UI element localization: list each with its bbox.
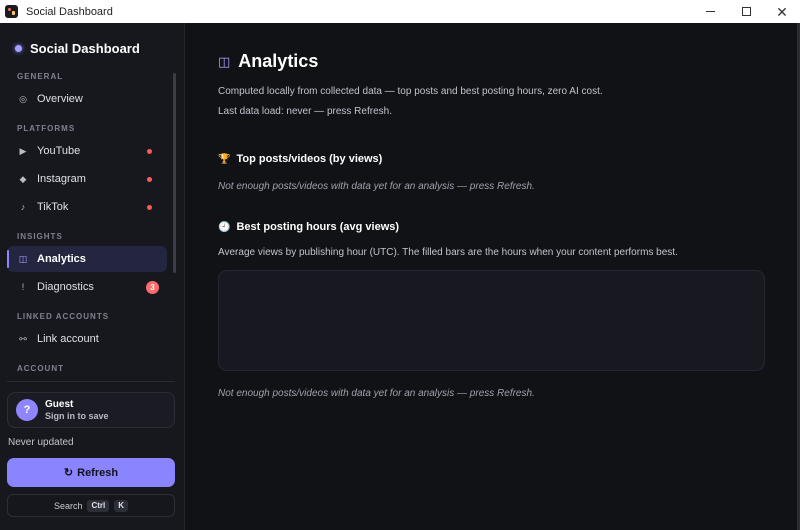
sidebar: Social Dashboard GENERAL ◎ Overview PLATFOR… <box>0 23 185 530</box>
sidebar-item-label: YouTube <box>37 145 81 157</box>
sign-in-link[interactable]: Sign in to save <box>45 411 109 421</box>
section-title: LINKED ACCOUNTS <box>17 312 110 321</box>
status-dot <box>147 205 152 210</box>
best-hours-description: Average views by publishing hour (UTC). … <box>218 247 678 258</box>
search-label: Search <box>53 500 83 511</box>
close-icon: ✕ <box>776 3 788 20</box>
music-note-icon: ♪ <box>20 202 26 212</box>
maximize-icon <box>741 7 751 16</box>
analytics-icon: ◫ <box>218 53 231 69</box>
sidebar-scrollbar[interactable] <box>173 73 176 273</box>
sidebar-item-diagnostics[interactable]: ǃ Diagnostics 3 <box>7 274 167 300</box>
maximize-button[interactable] <box>728 0 764 23</box>
close-button[interactable]: ✕ <box>764 0 800 23</box>
sidebar-item-analytics[interactable]: ◫ Analytics <box>7 246 167 272</box>
play-icon: ▶ <box>19 145 27 156</box>
window-controls: ✕ <box>692 0 800 23</box>
refresh-button[interactable]: ↻ Refresh <box>7 458 175 487</box>
best-hours-title: Best posting hours (avg views) <box>236 221 400 233</box>
sidebar-item-youtube[interactable]: ▶ YouTube <box>7 138 167 164</box>
user-name: Guest <box>45 399 74 410</box>
sidebar-item-label: Diagnostics <box>37 281 94 293</box>
status-dot <box>147 177 152 182</box>
shortcut-key-ctrl: Ctrl <box>87 499 110 512</box>
brand: Social Dashboard <box>15 41 140 56</box>
sidebar-nav: GENERAL ◎ Overview PLATFORMS ▶ YouTube ◆ Instag… <box>0 68 185 376</box>
sidebar-item-label: Link account <box>37 333 99 345</box>
diagnostics-icon: ǃ <box>21 282 25 292</box>
page-title: Analytics <box>238 51 319 71</box>
page-description: Computed locally from collected data — t… <box>218 86 603 97</box>
last-updated-status: Never updated <box>8 437 74 448</box>
trophy-icon: 🏆 <box>218 153 231 165</box>
diamond-icon: ◆ <box>19 173 27 184</box>
best-hours-empty-message: Not enough posts/videos with data yet fo… <box>218 388 535 399</box>
main-content: ◫ Analytics Computed locally from collec… <box>186 23 797 530</box>
sidebar-item-overview[interactable]: ◎ Overview <box>7 86 167 112</box>
top-posts-title: Top posts/videos (by views) <box>236 153 383 165</box>
clock-icon: 🕘 <box>218 221 231 233</box>
top-posts-empty-message: Not enough posts/videos with data yet fo… <box>218 181 535 192</box>
sidebar-item-label: Analytics <box>37 253 86 265</box>
section-title: GENERAL <box>17 72 64 81</box>
refresh-label: Refresh <box>77 466 119 479</box>
sidebar-item-instagram[interactable]: ◆ Instagram <box>7 166 167 192</box>
sidebar-item-label: Instagram <box>37 173 86 185</box>
section-title: INSIGHTS <box>17 232 63 241</box>
minimize-icon <box>705 11 715 12</box>
sidebar-item-label: Overview <box>37 93 83 105</box>
sidebar-divider <box>7 381 175 382</box>
page-header: ◫ Analytics <box>218 51 318 72</box>
top-posts-heading: 🏆 Top posts/videos (by views) <box>218 153 382 165</box>
best-hours-chart <box>218 270 765 371</box>
shortcut-key-k: K <box>114 499 129 512</box>
section-title: PLATFORMS <box>17 124 76 133</box>
overview-icon: ◎ <box>19 93 27 104</box>
window-title: Social Dashboard <box>26 5 113 18</box>
avatar: ? <box>16 399 38 421</box>
link-icon: ⚯ <box>19 333 27 344</box>
status-dot <box>147 149 152 154</box>
sidebar-item-tiktok[interactable]: ♪ TikTok <box>7 194 167 220</box>
minimize-button[interactable] <box>692 0 728 23</box>
app-logo-icon <box>5 5 18 18</box>
refresh-icon: ↻ <box>63 467 74 479</box>
count-badge: 3 <box>146 281 159 294</box>
brand-title: Social Dashboard <box>30 41 140 56</box>
search-button[interactable]: Search Ctrl K <box>7 494 175 517</box>
section-title: ACCOUNT <box>17 364 64 373</box>
title-bar: Social Dashboard ✕ <box>0 0 800 23</box>
sidebar-item-label: TikTok <box>37 201 69 213</box>
user-card[interactable]: ? Guest Sign in to save <box>7 392 175 428</box>
best-hours-heading: 🕘 Best posting hours (avg views) <box>218 221 399 233</box>
sidebar-item-link-account[interactable]: ⚯ Link account <box>7 326 167 352</box>
user-info: Guest Sign in to save <box>45 399 109 421</box>
analytics-icon: ◫ <box>18 253 28 264</box>
brand-dot-icon <box>15 45 22 52</box>
last-data-load: Last data load: never — press Refresh. <box>218 106 392 117</box>
